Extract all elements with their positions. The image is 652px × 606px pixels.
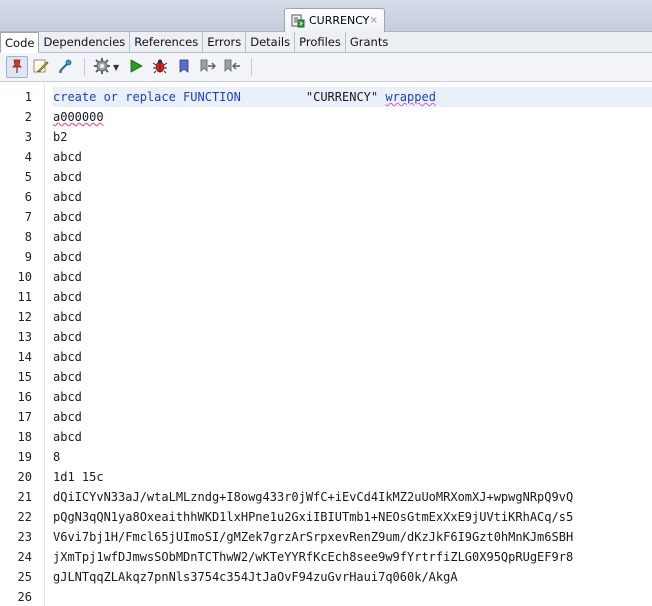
code-line[interactable]: abcd [53, 247, 82, 267]
toolbar-separator [84, 58, 85, 76]
pin-icon [9, 58, 25, 77]
settings-button[interactable] [91, 56, 113, 78]
recompile-button[interactable] [54, 56, 76, 78]
edit-icon [33, 58, 49, 77]
code-line[interactable]: abcd [53, 307, 82, 327]
line-number: 14 [17, 350, 32, 364]
document-tab-currency[interactable]: CURRENCY × [284, 8, 385, 32]
line-number: 3 [24, 130, 32, 144]
function-icon [291, 14, 305, 28]
bookmark-button[interactable] [173, 56, 195, 78]
tab-dependencies[interactable]: Dependencies [39, 32, 131, 52]
edit-button[interactable] [30, 56, 52, 78]
code-line[interactable]: abcd [53, 287, 82, 307]
gear-icon [93, 57, 111, 78]
line-number: 2 [24, 110, 32, 124]
code-line[interactable]: abcd [53, 327, 82, 347]
line-number: 24 [17, 550, 32, 564]
tab-grants[interactable]: Grants [346, 32, 392, 52]
line-number: 7 [24, 210, 32, 224]
bookmark-icon [176, 58, 192, 77]
code-line[interactable]: abcd [53, 387, 82, 407]
tab-details[interactable]: Details [246, 32, 296, 52]
tab-profiles[interactable]: Profiles [295, 32, 346, 52]
tab-code[interactable]: Code [0, 32, 40, 53]
run-button[interactable] [125, 56, 147, 78]
chevron-down-icon[interactable]: ▼ [113, 63, 119, 72]
debug-icon [152, 58, 168, 77]
line-number: 8 [24, 230, 32, 244]
line-number: 16 [17, 390, 32, 404]
line-number: 25 [17, 570, 32, 584]
code-line[interactable]: gJLNTqqZLAkqz7pnNls3754c354JtJaOvF94zuGv… [53, 567, 458, 587]
line-number: 11 [17, 290, 32, 304]
code-line[interactable]: abcd [53, 407, 82, 427]
line-number: 1 [24, 90, 32, 104]
run-icon [128, 58, 144, 77]
document-tab-strip: CURRENCY × [0, 0, 652, 32]
tab-references[interactable]: References [130, 32, 204, 52]
tab-errors[interactable]: Errors [203, 32, 247, 52]
code-keyword-wrapped: wrapped [385, 90, 436, 104]
code-line[interactable]: abcd [53, 227, 82, 247]
line-number: 15 [17, 370, 32, 384]
subtab-bar: Code Dependencies References Errors Deta… [0, 32, 652, 53]
code-keyword-create: create or replace FUNCTION [53, 90, 241, 104]
line-number: 13 [17, 330, 32, 344]
code-line[interactable]: dQiICYvN33aJ/wtaLMLzndg+I8owg433r0jWfC+i… [53, 487, 573, 507]
editor-toolbar: ▼ [0, 53, 652, 82]
code-line[interactable]: pQgN3qQN1ya8OxeaithhWKD1lxHPne1u2GxiIBIU… [53, 507, 573, 527]
line-number: 17 [17, 410, 32, 424]
code-line[interactable]: abcd [53, 167, 82, 187]
code-editor[interactable]: 1 2 3 4 5 6 7 8 9 10 11 12 13 14 15 16 17 18 19 20 21 22 23 24 2… [0, 82, 652, 606]
code-line[interactable]: 8 [53, 447, 60, 467]
line-number: 4 [24, 150, 32, 164]
code-line[interactable]: a000000 [53, 107, 104, 127]
toolbar-separator [251, 58, 253, 76]
code-line[interactable]: V6vi7bj1H/Fmcl65jUImoSI/gMZek7grzArSrpxe… [53, 527, 573, 547]
pin-button[interactable] [6, 56, 28, 78]
next-bookmark-button[interactable] [197, 56, 219, 78]
code-function-name: "CURRENCY" [305, 90, 379, 104]
line-number: 26 [17, 590, 32, 604]
close-icon[interactable]: × [370, 15, 378, 26]
line-number: 19 [17, 450, 32, 464]
line-number: 9 [24, 250, 32, 264]
code-line[interactable]: 1d1 15c [53, 467, 104, 487]
code-line[interactable]: b2 [53, 127, 67, 147]
document-tab-label: CURRENCY [309, 14, 370, 27]
next-bookmark-icon [199, 58, 217, 77]
recompile-icon [57, 58, 73, 77]
line-number: 20 [17, 470, 32, 484]
line-number: 6 [24, 190, 32, 204]
prev-bookmark-icon [223, 58, 241, 77]
line-number: 10 [17, 270, 32, 284]
code-line[interactable]: abcd [53, 347, 82, 367]
code-line[interactable]: abcd [53, 427, 82, 447]
code-line[interactable]: abcd [53, 187, 82, 207]
line-number: 12 [17, 310, 32, 324]
line-number: 22 [17, 510, 32, 524]
code-line[interactable]: abcd [53, 147, 82, 167]
prev-bookmark-button[interactable] [221, 56, 243, 78]
code-line-1[interactable]: create or replace FUNCTION "CURRENCY" wr… [53, 87, 652, 107]
line-number: 21 [17, 490, 32, 504]
code-line[interactable]: jXmTpj1wfDJmwsSObMDnTCThwW2/wKTeYYRfKcEc… [53, 547, 573, 567]
line-number: 18 [17, 430, 32, 444]
line-number: 5 [24, 170, 32, 184]
code-line[interactable]: abcd [53, 367, 82, 387]
line-number-gutter: 1 2 3 4 5 6 7 8 9 10 11 12 13 14 15 16 17 18 19 20 21 22 23 24 2… [0, 82, 44, 606]
gutter-divider [44, 82, 45, 606]
code-line[interactable]: abcd [53, 267, 82, 287]
debug-button[interactable] [149, 56, 171, 78]
line-number: 23 [17, 530, 32, 544]
code-line[interactable]: abcd [53, 207, 82, 227]
